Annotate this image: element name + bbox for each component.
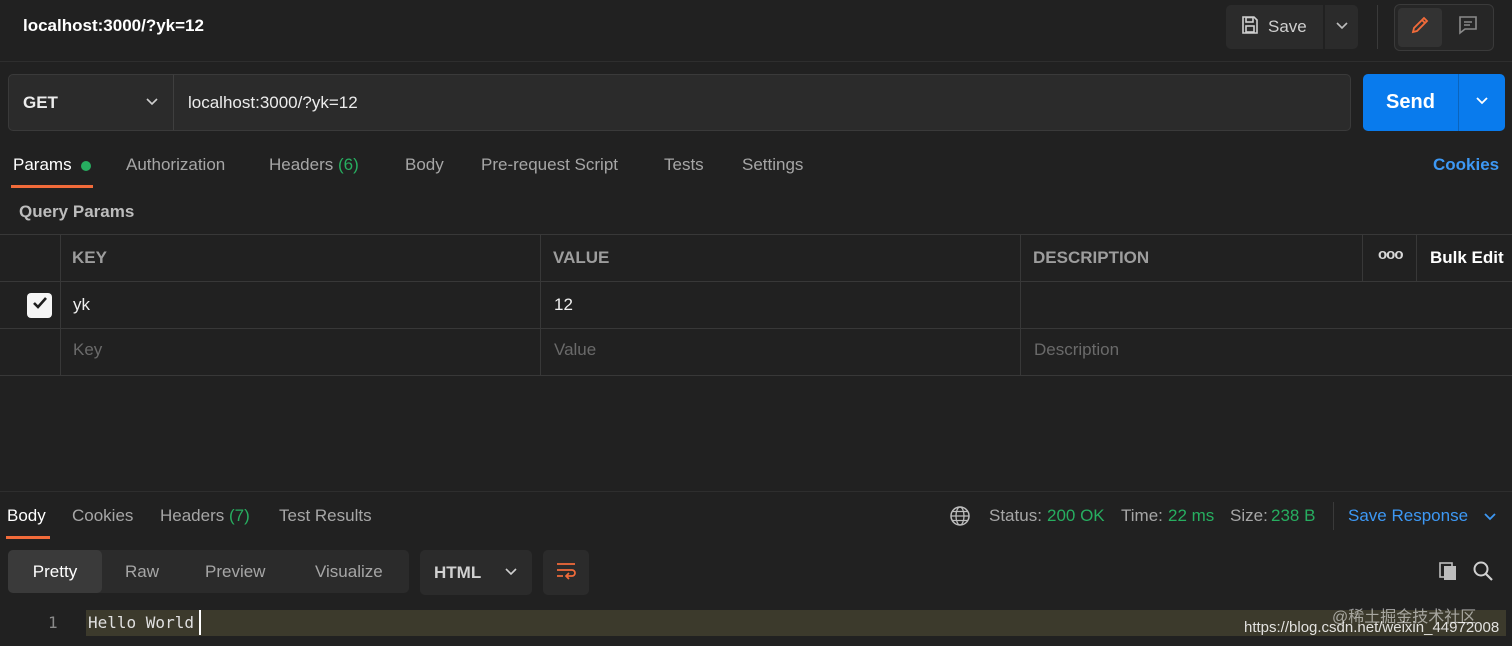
status-label: Status: <box>989 506 1042 525</box>
wrap-lines-button[interactable] <box>543 550 589 595</box>
column-header-key: KEY <box>72 248 107 267</box>
table-col-divider <box>1362 234 1363 281</box>
table-col-divider <box>1416 234 1417 281</box>
pencil-icon <box>1409 14 1431 41</box>
size-label: Size: <box>1230 506 1268 525</box>
chevron-down-icon <box>145 93 159 113</box>
response-tab-headers-label: Headers <box>160 506 225 525</box>
view-preview-button[interactable]: Preview <box>205 550 265 593</box>
meta-divider <box>1333 502 1334 530</box>
chevron-down-icon <box>1335 17 1349 37</box>
checkmark-icon <box>31 294 49 317</box>
format-label: HTML <box>434 562 482 582</box>
chevron-down-icon <box>504 563 518 583</box>
param-key-cell[interactable]: yk <box>73 295 90 315</box>
column-header-description: DESCRIPTION <box>1033 248 1150 267</box>
copy-icon[interactable] <box>1437 560 1459 587</box>
view-raw-button[interactable]: Raw <box>125 550 159 593</box>
bulk-edit-button[interactable]: Bulk Edit <box>1430 248 1504 268</box>
send-options-button[interactable] <box>1459 74 1505 131</box>
header-divider <box>1377 5 1378 49</box>
text-cursor <box>199 610 201 635</box>
new-param-key-input[interactable]: Key <box>73 340 102 360</box>
response-tab-headers[interactable]: Headers (7) <box>160 506 250 526</box>
search-icon[interactable] <box>1472 560 1494 587</box>
time-label: Time: <box>1121 506 1163 525</box>
more-options-button[interactable]: ooo <box>1378 246 1403 263</box>
tab-pre-request-script[interactable]: Pre-request Script <box>481 155 618 175</box>
tab-headers-count: (6) <box>338 155 359 174</box>
comment-icon <box>1457 14 1479 41</box>
save-label: Save <box>1268 17 1307 36</box>
view-visualize-button[interactable]: Visualize <box>315 550 383 593</box>
table-col-divider <box>540 234 541 376</box>
tab-settings[interactable]: Settings <box>742 155 803 175</box>
new-param-description-input[interactable]: Description <box>1034 340 1119 360</box>
tab-body[interactable]: Body <box>405 155 444 175</box>
edit-mode-button[interactable] <box>1398 8 1442 47</box>
params-active-dot <box>81 161 91 171</box>
view-pretty-button[interactable]: Pretty <box>8 550 102 593</box>
tab-tests[interactable]: Tests <box>664 155 704 175</box>
format-select[interactable]: HTML <box>420 550 532 595</box>
line-number: 1 <box>48 613 58 632</box>
request-title: localhost:3000/?yk=12 <box>23 16 204 35</box>
tab-headers[interactable]: Headers (6) <box>269 155 359 175</box>
query-params-title: Query Params <box>19 202 135 221</box>
table-border-row <box>0 328 1512 329</box>
url-input[interactable]: localhost:3000/?yk=12 <box>173 74 1351 131</box>
response-tab-headers-count: (7) <box>229 506 250 525</box>
globe-icon[interactable] <box>949 505 971 532</box>
tab-params[interactable]: Params <box>13 155 72 175</box>
watermark-line-2: https://blog.csdn.net/weixin_44972008 <box>1244 619 1500 636</box>
tab-authorization[interactable]: Authorization <box>126 155 225 175</box>
param-enabled-checkbox[interactable] <box>27 293 52 318</box>
table-border-top <box>0 234 1512 235</box>
url-value: localhost:3000/?yk=12 <box>188 92 358 112</box>
column-header-value: VALUE <box>553 248 610 267</box>
size-value[interactable]: 238 B <box>1271 506 1315 526</box>
chevron-down-icon[interactable] <box>1482 508 1498 529</box>
method-label: GET <box>23 92 58 112</box>
response-separator <box>0 491 1512 492</box>
response-tab-test-results[interactable]: Test Results <box>279 506 372 526</box>
save-icon <box>1240 15 1260 40</box>
param-value-cell[interactable]: 12 <box>554 295 573 315</box>
table-border-header <box>0 281 1512 282</box>
header-separator <box>0 61 1512 62</box>
wrap-lines-icon <box>554 560 578 585</box>
active-response-tab-indicator <box>6 536 50 539</box>
cookies-link[interactable]: Cookies <box>1433 155 1499 175</box>
response-tab-cookies[interactable]: Cookies <box>72 506 133 526</box>
send-button[interactable]: Send <box>1363 74 1458 131</box>
response-body-text[interactable]: Hello World <box>88 613 194 632</box>
comments-button[interactable] <box>1446 8 1490 47</box>
time-value[interactable]: 22 ms <box>1168 506 1214 526</box>
tab-headers-label: Headers <box>269 155 334 174</box>
chevron-down-icon <box>1474 92 1490 113</box>
table-col-divider <box>60 234 61 376</box>
table-border-bottom <box>0 375 1512 376</box>
save-button[interactable]: Save <box>1226 5 1323 49</box>
active-tab-indicator <box>11 185 93 188</box>
response-tab-body[interactable]: Body <box>7 506 46 526</box>
table-col-divider <box>1020 234 1021 376</box>
save-options-button[interactable] <box>1325 5 1358 49</box>
method-select[interactable]: GET <box>8 74 174 131</box>
new-param-value-input[interactable]: Value <box>554 340 596 360</box>
status-value[interactable]: 200 OK <box>1047 506 1105 526</box>
save-response-button[interactable]: Save Response <box>1348 506 1468 526</box>
